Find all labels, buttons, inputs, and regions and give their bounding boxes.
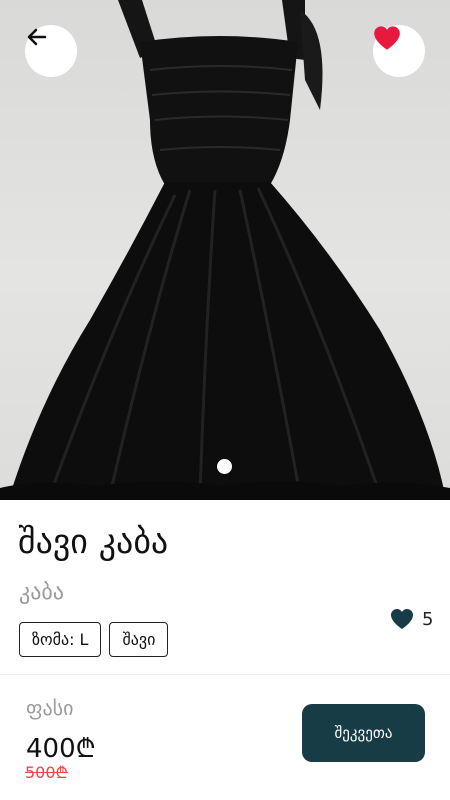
likes-count: 5 (422, 608, 434, 630)
carousel-dot-active[interactable] (217, 459, 232, 474)
heart-icon (374, 26, 400, 50)
product-image-carousel[interactable] (0, 0, 450, 500)
color-tag: შავი (109, 622, 169, 657)
price-label: ფასი (26, 696, 74, 720)
product-title: შავი კაბა (18, 522, 169, 562)
arrow-left-icon (27, 28, 47, 46)
current-price: 400₾ (26, 734, 96, 764)
old-price: 500₾ (25, 763, 68, 782)
order-button[interactable]: შეკვეთა (302, 704, 425, 762)
product-category: კაბა (19, 580, 64, 605)
dress-image (0, 0, 450, 500)
favorite-button[interactable] (373, 25, 425, 77)
product-tags: ზომა: L შავი (19, 622, 169, 657)
back-button[interactable] (25, 25, 77, 77)
divider (0, 674, 450, 675)
size-tag: ზომა: L (19, 622, 102, 657)
heart-icon (391, 609, 413, 629)
likes-counter[interactable]: 5 (390, 608, 433, 630)
